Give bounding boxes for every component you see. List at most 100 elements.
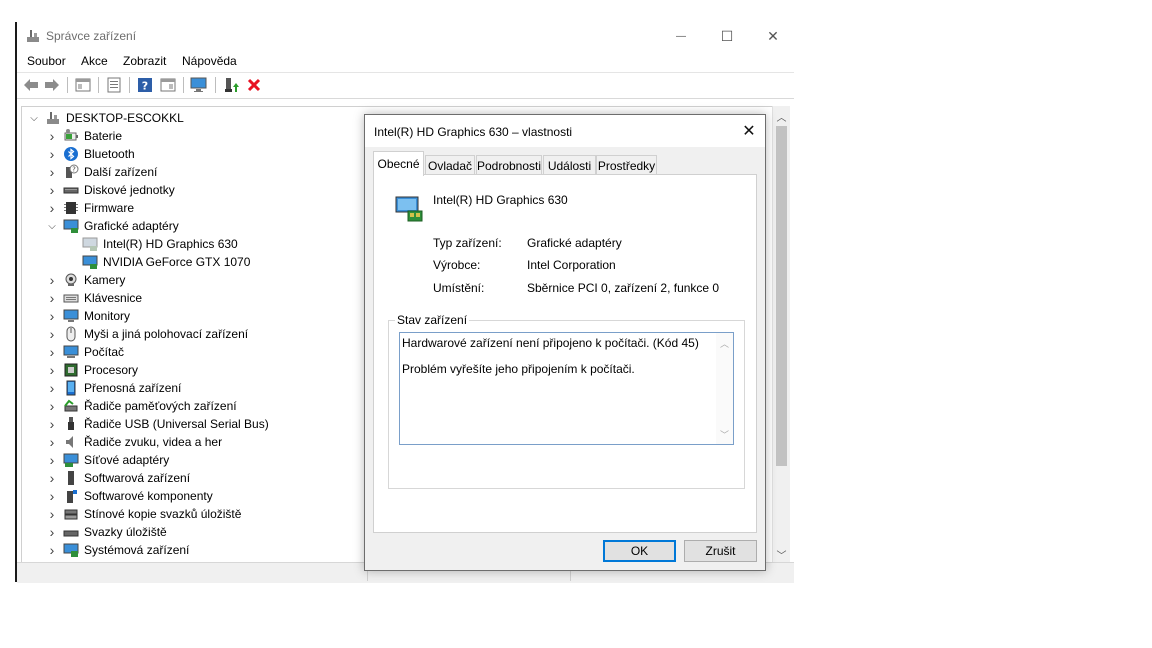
tree-item[interactable]: › Bluetooth (46, 145, 135, 163)
chevron-right-icon[interactable]: › (46, 523, 58, 541)
chevron-right-icon[interactable]: › (46, 541, 58, 559)
chevron-right-icon[interactable]: › (46, 505, 58, 523)
toolbar-separator (67, 77, 68, 93)
tree-item-label: Klávesnice (84, 291, 143, 305)
toolbar: ? (17, 72, 794, 99)
tree-item[interactable]: › Softwarová zařízení (46, 469, 190, 487)
chevron-right-icon[interactable]: › (46, 325, 58, 343)
tree-item-label: Řadiče paměťových zařízení (84, 399, 237, 413)
chevron-up-icon[interactable]: ︿ (716, 335, 733, 351)
chevron-right-icon[interactable]: › (46, 163, 58, 181)
properties-button[interactable] (105, 76, 123, 94)
chevron-right-icon[interactable]: › (46, 289, 58, 307)
chevron-right-icon[interactable]: › (46, 469, 58, 487)
tree-item[interactable]: › Monitory (46, 307, 130, 325)
tree-child-item[interactable]: Intel(R) HD Graphics 630 (82, 235, 238, 253)
chevron-down-icon[interactable]: ⌵ (46, 217, 58, 235)
chevron-right-icon[interactable]: › (46, 145, 58, 163)
chevron-right-icon[interactable]: › (46, 415, 58, 433)
minimize-button[interactable]: — (658, 22, 704, 50)
tree-item[interactable]: ⌵ Grafické adaptéry (46, 217, 179, 235)
tree-item[interactable]: › Svazky úložiště (46, 523, 167, 541)
tree-item-label: Síťové adaptéry (84, 453, 170, 467)
cancel-button[interactable]: Zrušit (684, 540, 757, 562)
scroll-up-button[interactable]: ︿ (773, 108, 790, 124)
chevron-right-icon[interactable]: › (46, 487, 58, 505)
processor-icon (63, 362, 79, 378)
close-button[interactable]: ✕ (750, 22, 796, 50)
tree-item[interactable]: › Klávesnice (46, 289, 142, 307)
dialog-close-button[interactable]: ✕ (733, 115, 765, 147)
tree-item[interactable]: › Síťové adaptéry (46, 451, 170, 469)
chevron-down-icon[interactable]: ﹀ (716, 426, 733, 442)
tab-obecne[interactable]: Obecné (373, 151, 424, 176)
back-button[interactable] (22, 76, 40, 94)
menu-napoveda[interactable]: Nápověda (182, 54, 237, 68)
help-button[interactable]: ? (136, 76, 154, 94)
tree-item[interactable]: › Systémová zařízení (46, 541, 190, 559)
tree-item-label: Firmware (84, 201, 134, 215)
tree-item[interactable]: › Baterie (46, 127, 122, 145)
chevron-right-icon[interactable]: › (46, 379, 58, 397)
tab-podrobnosti[interactable]: Podrobnosti (476, 155, 542, 175)
device-status-textbox[interactable]: Hardwarové zařízení není připojeno k poč… (399, 332, 734, 445)
device-status-legend: Stav zařízení (395, 313, 470, 327)
tree-item-label: Procesory (84, 363, 139, 377)
chevron-right-icon[interactable]: › (46, 199, 58, 217)
tree-item-label: Baterie (84, 129, 123, 143)
show-hide-console-tree-button[interactable] (74, 76, 92, 94)
scroll-thumb[interactable] (776, 126, 787, 466)
scroll-down-button[interactable]: ﹀ (773, 546, 790, 562)
tree-item[interactable]: › Procesory (46, 361, 138, 379)
tree-item[interactable]: › Kamery (46, 271, 126, 289)
menu-akce[interactable]: Akce (81, 54, 108, 68)
tab-ovladac[interactable]: Ovladač (425, 155, 475, 175)
tree-item[interactable]: › Softwarové komponenty (46, 487, 213, 505)
chevron-right-icon[interactable]: › (46, 307, 58, 325)
chevron-right-icon[interactable]: › (46, 361, 58, 379)
scan-hardware-button[interactable] (190, 76, 208, 94)
tab-prostredky[interactable]: Prostředky (596, 155, 657, 175)
chevron-right-icon[interactable]: › (46, 451, 58, 469)
tree-item[interactable]: › Stínové kopie svazků úložiště (46, 505, 242, 523)
menu-soubor[interactable]: Soubor (27, 54, 66, 68)
tree-item[interactable]: › Řadiče zvuku, videa a her (46, 433, 222, 451)
update-driver-button[interactable] (222, 76, 240, 94)
chevron-right-icon[interactable]: › (46, 181, 58, 199)
tree-item-label: Další zařízení (84, 165, 158, 179)
manufacturer-label: Výrobce: (433, 258, 481, 272)
chevron-right-icon[interactable]: › (46, 343, 58, 361)
tree-child-item[interactable]: NVIDIA GeForce GTX 1070 (82, 253, 250, 271)
tree-item[interactable]: › Přenosná zařízení (46, 379, 182, 397)
chevron-right-icon[interactable]: › (46, 433, 58, 451)
tree-root[interactable]: ⌵ DESKTOP-ESCOKKL (28, 109, 184, 127)
tree-item[interactable]: ›? Další zařízení (46, 163, 158, 181)
maximize-button[interactable]: ☐ (704, 22, 750, 50)
tree-item[interactable]: › Řadiče USB (Universal Serial Bus) (46, 415, 269, 433)
toolbar-separator (215, 77, 216, 93)
chevron-right-icon[interactable]: › (46, 127, 58, 145)
vertical-scrollbar[interactable]: ︿ ﹀ (772, 106, 790, 582)
chevron-right-icon[interactable]: › (46, 271, 58, 289)
toolbar-separator (183, 77, 184, 93)
menu-zobrazit[interactable]: Zobrazit (123, 54, 166, 68)
chevron-right-icon[interactable]: › (46, 397, 58, 415)
tree-item[interactable]: › Diskové jednotky (46, 181, 175, 199)
chevron-down-icon[interactable]: ⌵ (28, 109, 40, 127)
tree-item[interactable]: › Počítač (46, 343, 124, 361)
location-label: Umístění: (433, 281, 485, 295)
tab-udalosti[interactable]: Události (543, 155, 596, 175)
tree-item-label: Grafické adaptéry (84, 219, 179, 233)
forward-button[interactable] (43, 76, 61, 94)
tree-item-label: Přenosná zařízení (84, 381, 182, 395)
status-scrollbar[interactable]: ︿ ﹀ (716, 333, 733, 444)
dialog-title: Intel(R) HD Graphics 630 – vlastnosti (374, 125, 573, 139)
tree-item[interactable]: › Myši a jiná polohovací zařízení (46, 325, 248, 343)
ok-button[interactable]: OK (603, 540, 676, 562)
shadow-copy-icon (63, 506, 79, 522)
tree-item[interactable]: › Firmware (46, 199, 134, 217)
action-pane-button[interactable] (159, 76, 177, 94)
network-adapter-icon (63, 452, 79, 468)
tree-item[interactable]: › Řadiče paměťových zařízení (46, 397, 237, 415)
uninstall-device-button[interactable] (245, 76, 263, 94)
